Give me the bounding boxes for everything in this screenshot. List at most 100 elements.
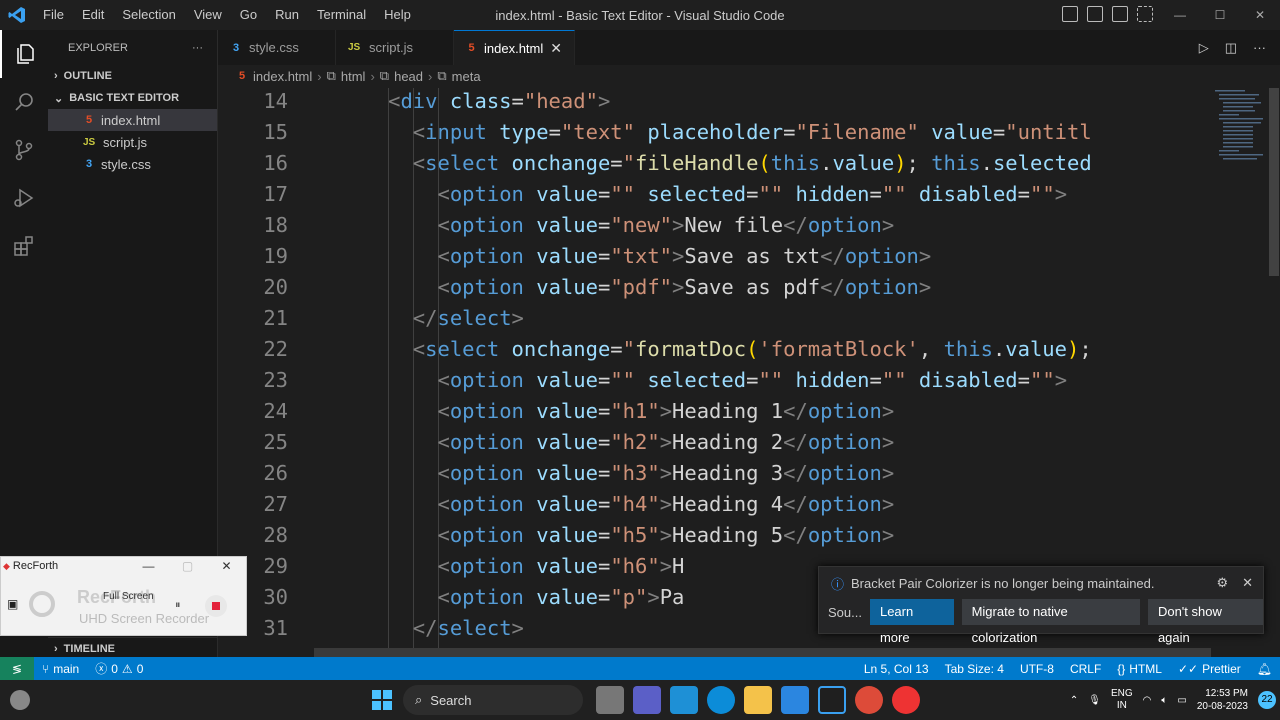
code-line: <option value="h3">Heading 3</option> — [438, 461, 895, 485]
close-tab-icon[interactable]: ✕ — [550, 40, 562, 57]
code-token: = — [597, 213, 611, 237]
code-token: Save as pdf — [684, 275, 821, 299]
search-icon[interactable] — [0, 78, 48, 126]
vertical-scrollbar[interactable] — [1268, 88, 1280, 657]
code-token: < — [437, 585, 450, 609]
remote-icon[interactable]: ≶ — [0, 657, 34, 680]
stop-button[interactable] — [205, 595, 227, 617]
line-ending[interactable]: CRLF — [1062, 662, 1109, 676]
menu-view[interactable]: View — [185, 0, 231, 30]
code-token: < — [437, 213, 450, 237]
teams-icon[interactable] — [633, 686, 661, 714]
menu-selection[interactable]: Selection — [113, 0, 184, 30]
tab-style-css[interactable]: 3 style.css — [218, 30, 336, 65]
line-number: 23 — [263, 368, 288, 392]
problems-status[interactable]: ⓧ 0 ⚠ 0 — [87, 660, 151, 677]
file-script-js[interactable]: JS script.js — [48, 131, 217, 153]
close-icon[interactable]: ✕ — [1242, 575, 1253, 591]
code-token: option — [449, 399, 524, 423]
vscode-taskbar-icon[interactable] — [818, 686, 846, 714]
file-index-html[interactable]: 5 index.html — [48, 109, 217, 131]
recorder-close-button[interactable]: ✕ — [207, 559, 246, 573]
source-control-icon[interactable] — [0, 126, 48, 174]
code-token: option — [807, 399, 882, 423]
edge-icon[interactable] — [707, 686, 735, 714]
code-token: > — [659, 399, 673, 423]
learn-more-button[interactable]: Learn more — [869, 599, 954, 645]
line-number: 20 — [263, 275, 288, 299]
gear-icon[interactable]: ⚙ — [1216, 575, 1228, 591]
menu-help[interactable]: Help — [375, 0, 420, 30]
timeline-section[interactable]: › TIMELINE — [48, 637, 218, 659]
language-mode[interactable]: {} HTML — [1109, 662, 1170, 676]
store-icon[interactable] — [781, 686, 809, 714]
taskbar-search[interactable]: ⌕ Search — [403, 685, 583, 715]
volume-icon[interactable]: 🔈︎ — [1161, 695, 1167, 706]
toggle-secondary-sidebar-icon[interactable] — [1112, 6, 1128, 22]
tab-index-html[interactable]: 5 index.html ✕ — [454, 30, 575, 65]
outline-section[interactable]: › OUTLINE — [48, 65, 217, 87]
notification-message: Bracket Pair Colorizer is no longer bein… — [851, 575, 1155, 591]
scroll-thumb[interactable] — [1269, 88, 1279, 276]
prettier-status[interactable]: ✓✓ Prettier — [1170, 662, 1249, 676]
menu-file[interactable]: File — [34, 0, 73, 30]
time-label: 12:53 PM — [1205, 688, 1248, 699]
recorder-minimize-button[interactable]: — — [129, 559, 168, 573]
project-folder[interactable]: ⌄ BASIC TEXT EDITOR — [48, 87, 217, 109]
widgets-icon[interactable] — [670, 686, 698, 714]
cursor-position[interactable]: Ln 5, Col 13 — [856, 662, 937, 676]
notification-count-badge[interactable]: 22 — [1258, 691, 1276, 709]
code-line: <option value="pdf">Save as pdf</option> — [438, 275, 932, 299]
timeline-label: TIMELINE — [63, 642, 116, 655]
tab-size[interactable]: Tab Size: 4 — [937, 662, 1012, 676]
menu-edit[interactable]: Edit — [73, 0, 113, 30]
weather-icon[interactable] — [10, 690, 30, 710]
tab-script-js[interactable]: JS script.js — [336, 30, 454, 65]
file-explorer-icon[interactable] — [744, 686, 772, 714]
maximize-button[interactable]: ☐ — [1200, 0, 1240, 30]
split-editor-icon[interactable]: ◫ — [1225, 40, 1237, 56]
toggle-panel-icon[interactable] — [1087, 6, 1103, 22]
menu-terminal[interactable]: Terminal — [308, 0, 375, 30]
branch-status[interactable]: ⑂ main — [34, 662, 87, 676]
breadcrumb-file[interactable]: index.html — [253, 69, 312, 84]
chevron-up-icon[interactable]: ⌃ — [1070, 695, 1078, 706]
dont-show-again-button[interactable]: Don't show again — [1147, 599, 1263, 645]
close-window-button[interactable]: ✕ — [1240, 0, 1280, 30]
breadcrumb-html[interactable]: html — [341, 69, 366, 84]
encoding[interactable]: UTF-8 — [1012, 662, 1062, 676]
run-debug-icon[interactable] — [0, 174, 48, 222]
breadcrumb-meta[interactable]: meta — [452, 69, 481, 84]
start-icon[interactable] — [372, 690, 392, 710]
chevron-down-icon: ⌄ — [54, 92, 64, 105]
customize-layout-icon[interactable] — [1137, 6, 1153, 22]
minimize-button[interactable]: — — [1160, 0, 1200, 30]
language-indicator[interactable]: ENG IN — [1111, 688, 1133, 712]
recorder-maximize-button[interactable]: ▢ — [168, 559, 207, 573]
toggle-sidebar-icon[interactable] — [1062, 6, 1078, 22]
more-actions-icon[interactable]: ··· — [1253, 40, 1266, 55]
file-style-css[interactable]: 3 style.css — [48, 153, 217, 175]
pause-button[interactable]: ⏸ — [175, 599, 181, 612]
menu-go[interactable]: Go — [231, 0, 266, 30]
horizontal-scrollbar[interactable] — [314, 648, 1211, 657]
extensions-icon[interactable] — [0, 222, 48, 270]
breadcrumb-head[interactable]: head — [394, 69, 423, 84]
wifi-icon[interactable]: ◠ — [1143, 695, 1152, 706]
chrome-icon[interactable] — [855, 686, 883, 714]
battery-icon[interactable]: ▭ — [1177, 695, 1186, 706]
bell-icon[interactable]: 🔔︎ — [1249, 662, 1280, 676]
more-actions-icon[interactable]: ··· — [192, 42, 203, 54]
clock[interactable]: 12:53 PM 20-08-2023 — [1197, 687, 1248, 713]
code-token: value — [536, 244, 598, 268]
migrate-button[interactable]: Migrate to native colorization — [961, 599, 1140, 645]
task-view-icon[interactable] — [596, 686, 624, 714]
recorder-mode[interactable]: Full Screen — [103, 591, 154, 602]
recforth-taskbar-icon[interactable] — [892, 686, 920, 714]
run-icon[interactable]: ▷ — [1199, 40, 1209, 56]
folder-icon[interactable]: ▣ — [7, 597, 18, 611]
html-file-icon: 5 — [238, 70, 246, 82]
explorer-icon[interactable] — [0, 30, 48, 78]
menu-run[interactable]: Run — [266, 0, 308, 30]
